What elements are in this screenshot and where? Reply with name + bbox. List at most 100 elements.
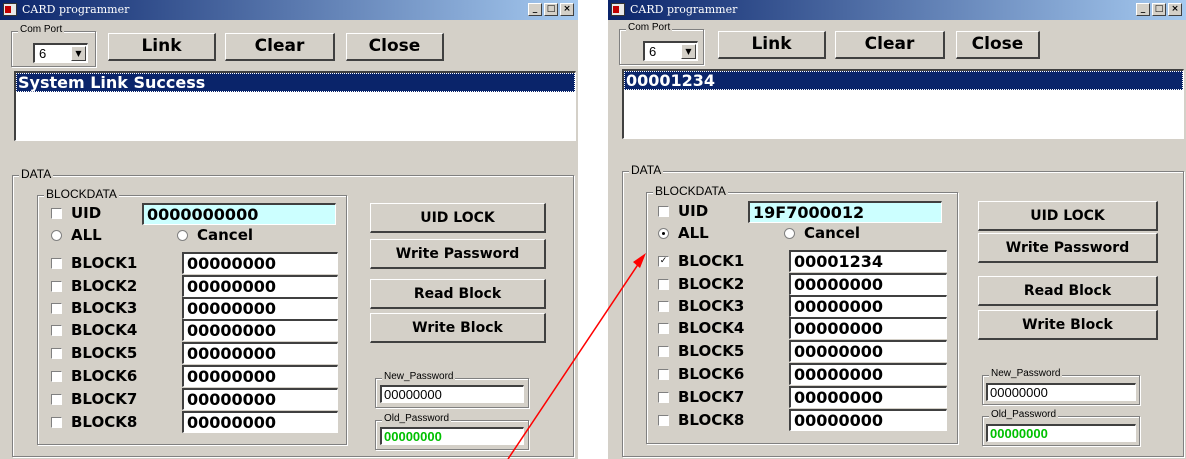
block1-checkbox[interactable]: ✓: [658, 256, 669, 267]
log-listbox[interactable]: 00001234: [622, 69, 1184, 139]
uid-field[interactable]: 19F7000012: [748, 201, 942, 223]
block1-checkbox[interactable]: [51, 258, 62, 269]
block3-checkbox[interactable]: [658, 301, 669, 312]
block4-checkbox[interactable]: [658, 323, 669, 334]
new-password-label: New_Password: [989, 368, 1063, 379]
block7-label: BLOCK7: [678, 388, 745, 406]
block1-field[interactable]: 00001234: [789, 250, 947, 272]
all-label: ALL: [71, 226, 102, 244]
link-button[interactable]: Link: [108, 33, 216, 61]
uid-lock-button[interactable]: UID LOCK: [978, 201, 1158, 231]
block7-field[interactable]: 00000000: [789, 386, 947, 408]
clear-button[interactable]: Clear: [835, 31, 945, 59]
read-block-button[interactable]: Read Block: [978, 276, 1158, 306]
block2-field[interactable]: 00000000: [789, 273, 947, 295]
clear-button[interactable]: Clear: [225, 33, 335, 61]
old-password-field[interactable]: 00000000: [380, 427, 524, 445]
block7-checkbox[interactable]: [658, 392, 669, 403]
card-programmer-window-right: CARD programmer _ □ × Com Port 6 ▼ Link …: [608, 0, 1186, 459]
close-button[interactable]: Close: [956, 31, 1040, 59]
window-title: CARD programmer: [22, 3, 130, 16]
new-password-field[interactable]: 00000000: [380, 385, 524, 403]
cancel-radio[interactable]: [177, 230, 188, 241]
block6-field[interactable]: 00000000: [789, 363, 947, 385]
maximize-icon[interactable]: □: [544, 3, 558, 16]
block1-label: BLOCK1: [678, 252, 745, 270]
block8-field[interactable]: 00000000: [182, 411, 338, 433]
block6-field[interactable]: 00000000: [182, 365, 338, 387]
com-port-value: 6: [649, 44, 657, 59]
block6-label: BLOCK6: [678, 365, 745, 383]
old-password-field[interactable]: 00000000: [986, 424, 1136, 442]
block5-checkbox[interactable]: [51, 348, 62, 359]
maximize-icon[interactable]: □: [1152, 3, 1166, 16]
block8-checkbox[interactable]: [658, 415, 669, 426]
read-block-button[interactable]: Read Block: [370, 279, 546, 309]
block4-checkbox[interactable]: [51, 325, 62, 336]
block8-field[interactable]: 00000000: [789, 409, 947, 431]
block3-field[interactable]: 00000000: [789, 295, 947, 317]
block5-label: BLOCK5: [678, 342, 745, 360]
uid-checkbox[interactable]: [658, 206, 669, 217]
app-icon: [3, 3, 17, 16]
write-password-button[interactable]: Write Password: [978, 233, 1158, 263]
block5-field[interactable]: 00000000: [789, 340, 947, 362]
block5-label: BLOCK5: [71, 344, 138, 362]
link-button[interactable]: Link: [718, 31, 826, 59]
block6-checkbox[interactable]: [658, 369, 669, 380]
com-port-value: 6: [39, 46, 47, 61]
block2-checkbox[interactable]: [658, 279, 669, 290]
uid-checkbox[interactable]: [51, 208, 62, 219]
block3-checkbox[interactable]: [51, 303, 62, 314]
block5-checkbox[interactable]: [658, 346, 669, 357]
close-icon[interactable]: ×: [1168, 3, 1182, 16]
minimize-icon[interactable]: _: [528, 3, 542, 16]
log-item-selected[interactable]: 00001234: [624, 71, 1183, 90]
close-icon[interactable]: ×: [560, 3, 574, 16]
uid-label: UID: [678, 202, 709, 220]
com-port-select[interactable]: 6 ▼: [33, 43, 88, 63]
uid-field[interactable]: 0000000000: [142, 203, 336, 225]
block3-label: BLOCK3: [71, 299, 138, 317]
app-icon: [611, 3, 625, 16]
block7-field[interactable]: 00000000: [182, 388, 338, 410]
block4-field[interactable]: 00000000: [789, 317, 947, 339]
minimize-icon[interactable]: _: [1136, 3, 1150, 16]
data-group-label: DATA: [19, 167, 54, 181]
block4-label: BLOCK4: [71, 321, 138, 339]
chevron-down-icon[interactable]: ▼: [71, 46, 86, 61]
cancel-label: Cancel: [804, 224, 861, 242]
block6-label: BLOCK6: [71, 367, 138, 385]
com-port-select[interactable]: 6 ▼: [643, 41, 698, 61]
all-radio[interactable]: [658, 228, 669, 239]
block4-field[interactable]: 00000000: [182, 319, 338, 341]
block7-checkbox[interactable]: [51, 394, 62, 405]
new-password-field[interactable]: 00000000: [986, 383, 1136, 401]
close-button[interactable]: Close: [346, 33, 444, 61]
block1-label: BLOCK1: [71, 254, 138, 272]
all-label: ALL: [678, 224, 709, 242]
write-password-button[interactable]: Write Password: [370, 239, 546, 269]
write-block-button[interactable]: Write Block: [370, 313, 546, 343]
log-listbox[interactable]: System Link Success: [14, 71, 576, 141]
write-block-button[interactable]: Write Block: [978, 310, 1158, 340]
block3-label: BLOCK3: [678, 297, 745, 315]
com-port-label: Com Port: [18, 24, 65, 35]
block2-checkbox[interactable]: [51, 281, 62, 292]
block1-field[interactable]: 00000000: [182, 252, 338, 274]
card-programmer-window-left: CARD programmer _ □ × Com Port 6 ▼ Link …: [0, 0, 578, 459]
cancel-radio[interactable]: [784, 228, 795, 239]
cancel-label: Cancel: [197, 226, 254, 244]
uid-lock-button[interactable]: UID LOCK: [370, 203, 546, 233]
block2-field[interactable]: 00000000: [182, 275, 338, 297]
all-radio[interactable]: [51, 230, 62, 241]
block5-field[interactable]: 00000000: [182, 342, 338, 364]
uid-label: UID: [71, 204, 102, 222]
block6-checkbox[interactable]: [51, 371, 62, 382]
block8-label: BLOCK8: [678, 411, 745, 429]
block3-field[interactable]: 00000000: [182, 297, 338, 319]
title-bar: CARD programmer _ □ ×: [608, 0, 1186, 20]
log-item-selected[interactable]: System Link Success: [16, 73, 575, 92]
block8-checkbox[interactable]: [51, 417, 62, 428]
chevron-down-icon[interactable]: ▼: [681, 44, 696, 59]
